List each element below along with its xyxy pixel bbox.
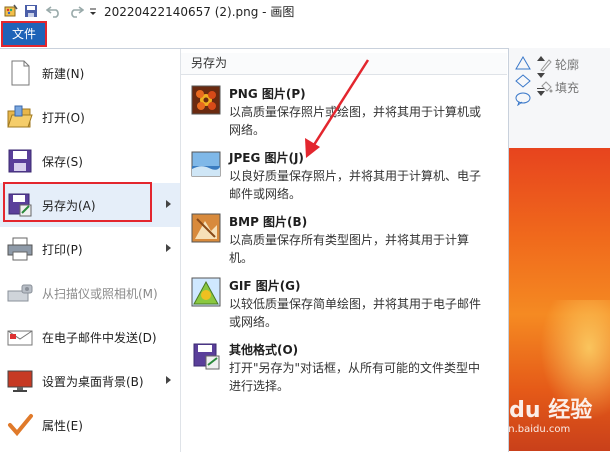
format-desc-png: 以高质量保存照片或绘图，并将其用于计算机或网络。 xyxy=(229,105,482,137)
format-png[interactable]: PNG 图片(P) 以高质量保存照片或绘图，并将其用于计算机或网络。 xyxy=(181,81,507,145)
save-as-highlight-box xyxy=(3,182,152,222)
menu-label-email: 在电子邮件中发送(D) xyxy=(42,331,157,345)
format-desc-bmp: 以高质量保存所有类型图片，并将其用于计算机。 xyxy=(229,233,470,265)
menu-item-save[interactable]: 保存(S) xyxy=(0,139,180,183)
menu-label-save: 保存(S) xyxy=(42,155,83,169)
triangle-shape-icon[interactable] xyxy=(515,56,531,70)
format-desc-other: 打开"另存为"对话框，从所有可能的文件类型中进行选择。 xyxy=(229,361,481,393)
format-name-bmp: BMP 图片(B) xyxy=(229,215,308,229)
format-name-jpeg: JPEG 图片(J) xyxy=(229,151,304,165)
paint-app-icon xyxy=(4,4,18,17)
properties-check-icon xyxy=(8,414,33,437)
menu-label-properties: 属性(E) xyxy=(42,419,83,433)
submenu-arrow-icon xyxy=(166,200,171,208)
png-image-icon xyxy=(191,85,221,115)
email-icon xyxy=(7,330,33,346)
title-bar: 20220422140657 (2).png - 画图 xyxy=(0,0,610,22)
format-desc-gif: 以较低质量保存简单绘图，并将其用于电子邮件或网络。 xyxy=(229,297,482,329)
menu-item-print[interactable]: 打印(P) xyxy=(0,227,180,271)
menu-item-open[interactable]: 打开(O) xyxy=(0,95,180,139)
outline-pen-icon[interactable] xyxy=(539,58,553,72)
diamond-shape-icon[interactable] xyxy=(515,74,531,88)
menu-item-desktop-background[interactable]: 设置为桌面背景(B) xyxy=(0,359,180,403)
format-jpeg[interactable]: JPEG 图片(J) 以良好质量保存照片，并将其用于计算机、电子邮件或网络。 xyxy=(181,145,507,209)
menu-label-desktop-background: 设置为桌面背景(B) xyxy=(42,375,144,389)
undo-icon[interactable] xyxy=(46,4,62,18)
menu-item-properties[interactable]: 属性(E) xyxy=(0,403,180,447)
save-as-panel-title: 另存为 xyxy=(181,53,507,75)
format-name-other: 其他格式(O) xyxy=(229,343,299,357)
menu-item-email[interactable]: 在电子邮件中发送(D) xyxy=(0,315,180,359)
file-tab[interactable]: 文件 xyxy=(1,21,47,47)
open-folder-icon xyxy=(7,105,33,128)
format-bmp[interactable]: BMP 图片(B) 以高质量保存所有类型图片，并将其用于计算机。 xyxy=(181,209,507,273)
format-name-png: PNG 图片(P) xyxy=(229,87,306,101)
submenu-arrow-icon xyxy=(166,376,171,384)
printer-icon xyxy=(7,237,33,261)
menu-label-open: 打开(O) xyxy=(42,111,85,125)
callout-shape-icon[interactable] xyxy=(515,92,531,106)
outline-button[interactable]: 轮廓 xyxy=(555,56,579,73)
submenu-arrow-icon xyxy=(166,244,171,252)
file-menu-commands: 新建(N) 打开(O) 保存(S) 另存为(A) 打印(P) 从扫描仪或照相机(… xyxy=(0,49,181,452)
fill-bucket-icon[interactable] xyxy=(539,80,553,94)
scanner-icon xyxy=(7,284,33,302)
fill-button[interactable]: 填充 xyxy=(555,79,579,96)
menu-item-new[interactable]: 新建(N) xyxy=(0,51,180,95)
menu-label-scanner: 从扫描仪或照相机(M) xyxy=(42,287,158,301)
customize-toolbar-icon[interactable] xyxy=(88,4,98,18)
save-as-panel: 另存为 PNG 图片(P) 以高质量保存照片或绘图，并将其用于计算机或网络。 J… xyxy=(181,49,507,452)
redo-icon[interactable] xyxy=(68,4,84,18)
format-desc-jpeg: 以良好质量保存照片，并将其用于计算机、电子邮件或网络。 xyxy=(229,169,482,201)
menu-label-print: 打印(P) xyxy=(42,243,83,257)
new-file-icon xyxy=(11,60,30,86)
quick-save-icon[interactable] xyxy=(24,4,38,18)
jpeg-image-icon xyxy=(191,151,221,177)
format-name-gif: GIF 图片(G) xyxy=(229,279,301,293)
gif-image-icon xyxy=(191,277,221,307)
menu-label-new: 新建(N) xyxy=(42,67,85,81)
format-other[interactable]: 其他格式(O) 打开"另存为"对话框，从所有可能的文件类型中进行选择。 xyxy=(181,337,507,401)
ribbon-shapes-group: 轮廓 填充 xyxy=(508,48,610,148)
ribbon-tabs-strip xyxy=(0,22,610,48)
window-title: 20220422140657 (2).png - 画图 xyxy=(104,4,295,19)
save-disk-icon xyxy=(8,149,32,173)
menu-item-scanner: 从扫描仪或照相机(M) xyxy=(0,271,180,315)
desktop-background-icon xyxy=(7,370,33,392)
other-formats-icon xyxy=(193,343,220,370)
file-menu: 新建(N) 打开(O) 保存(S) 另存为(A) 打印(P) 从扫描仪或照相机(… xyxy=(0,48,509,452)
format-gif[interactable]: GIF 图片(G) 以较低质量保存简单绘图，并将其用于电子邮件或网络。 xyxy=(181,273,507,337)
bmp-image-icon xyxy=(191,213,221,243)
